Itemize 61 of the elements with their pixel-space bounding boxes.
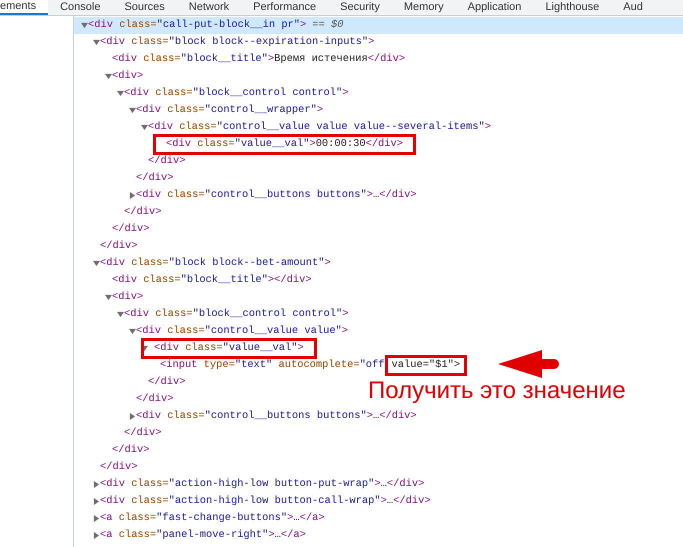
attribute-value: value="$1"> bbox=[388, 358, 464, 374]
element-node-line[interactable]: <div class="block__title">Время истечения</div> bbox=[112, 52, 406, 68]
element-node-line[interactable]: <div class="control__value value value--several-items"> bbox=[148, 120, 491, 136]
element-node-line[interactable]: <a class="fast-change-buttons">…</a> bbox=[100, 510, 325, 526]
annotation-text: Получить это значение bbox=[368, 379, 626, 403]
closing-tag: </div> bbox=[124, 204, 162, 220]
element-node-line[interactable]: <div class="call-put-block__in pr"> bbox=[88, 18, 306, 34]
element-node-line[interactable]: <div class="block block--expiration-inputs"> bbox=[100, 34, 374, 50]
devtools-tab[interactable]: Security bbox=[328, 0, 392, 15]
closing-tag: </div> bbox=[136, 392, 174, 408]
closing-tag: </div> bbox=[136, 170, 174, 186]
element-node-line[interactable]: <div class="block__control control"> bbox=[124, 86, 349, 102]
expanded-triangle-icon[interactable] bbox=[92, 39, 100, 46]
expanded-triangle-icon[interactable] bbox=[104, 73, 112, 80]
element-node-line[interactable]: <div class="action-high-low button-call-wrap">…</div> bbox=[100, 494, 431, 510]
closing-tag: </div> bbox=[124, 426, 162, 442]
devtools-tab[interactable]: Performance bbox=[241, 0, 328, 15]
element-node-line[interactable]: <div class="value__val">00:00:30</div> bbox=[156, 136, 414, 152]
collapsed-triangle-icon[interactable] bbox=[128, 192, 136, 199]
callout-arrow-icon bbox=[498, 349, 562, 379]
devtools-tab[interactable]: Sources bbox=[112, 0, 177, 15]
expanded-triangle-icon[interactable] bbox=[92, 260, 100, 267]
devtools-tab[interactable]: Network bbox=[176, 0, 242, 15]
element-node-line[interactable]: <a class="panel-move-right">…</a> bbox=[100, 528, 306, 544]
collapsed-triangle-icon[interactable] bbox=[92, 498, 100, 505]
devtools-tab[interactable]: Application bbox=[456, 0, 534, 15]
closing-tag: </div> bbox=[148, 374, 186, 390]
element-node-line[interactable]: <div class="block__title"></div> bbox=[112, 272, 312, 288]
devtools-tab[interactable]: Memory bbox=[392, 0, 456, 15]
element-node-line[interactable]: <div class="value__val"> bbox=[144, 340, 314, 356]
console-reference: == $0 bbox=[312, 18, 344, 33]
closing-tag: </div> bbox=[112, 222, 150, 238]
expanded-triangle-icon[interactable] bbox=[128, 107, 136, 114]
element-node-line[interactable]: <div class="block block--bet-amount"> bbox=[100, 256, 331, 272]
element-node-line[interactable]: <input type="text" autocomplete="off bbox=[160, 358, 385, 374]
expanded-triangle-icon[interactable] bbox=[140, 124, 148, 131]
closing-tag: </div> bbox=[112, 442, 150, 458]
element-node-line[interactable]: <div class="control__buttons buttons">…</div> bbox=[136, 188, 417, 204]
closing-tag: </div> bbox=[100, 460, 138, 476]
element-node-line[interactable]: <div class="block__control control"> bbox=[124, 306, 349, 322]
element-node-line[interactable]: <div> bbox=[112, 290, 144, 306]
expanded-triangle-icon[interactable] bbox=[116, 311, 124, 318]
closing-tag: </div> bbox=[100, 238, 138, 254]
expanded-triangle-icon[interactable] bbox=[80, 22, 88, 29]
element-node-line[interactable]: <div class="control__buttons buttons">…</div> bbox=[136, 408, 417, 424]
element-node-line[interactable]: <div class="control__wrapper"> bbox=[136, 102, 324, 118]
expanded-triangle-icon[interactable] bbox=[128, 328, 136, 335]
element-node-line[interactable]: <div> bbox=[112, 68, 144, 84]
closing-tag: </div> bbox=[148, 154, 186, 170]
element-node-line[interactable]: <div class="action-high-low button-put-wrap">…</div> bbox=[100, 476, 424, 492]
devtools-tab[interactable]: Lighthouse bbox=[533, 0, 612, 15]
expanded-triangle-icon[interactable] bbox=[116, 90, 124, 97]
devtools-tab[interactable]: Console bbox=[48, 0, 112, 15]
collapsed-triangle-icon[interactable] bbox=[128, 413, 136, 420]
collapsed-triangle-icon[interactable] bbox=[92, 481, 100, 488]
devtools-tab[interactable]: ements bbox=[0, 0, 48, 15]
collapsed-triangle-icon[interactable] bbox=[92, 515, 100, 522]
expanded-triangle-icon[interactable] bbox=[104, 294, 112, 301]
element-node-line[interactable]: <div class="control__value value"> bbox=[136, 324, 348, 340]
collapsed-triangle-icon[interactable] bbox=[92, 532, 100, 539]
devtools-tab[interactable]: Aud bbox=[611, 0, 655, 15]
